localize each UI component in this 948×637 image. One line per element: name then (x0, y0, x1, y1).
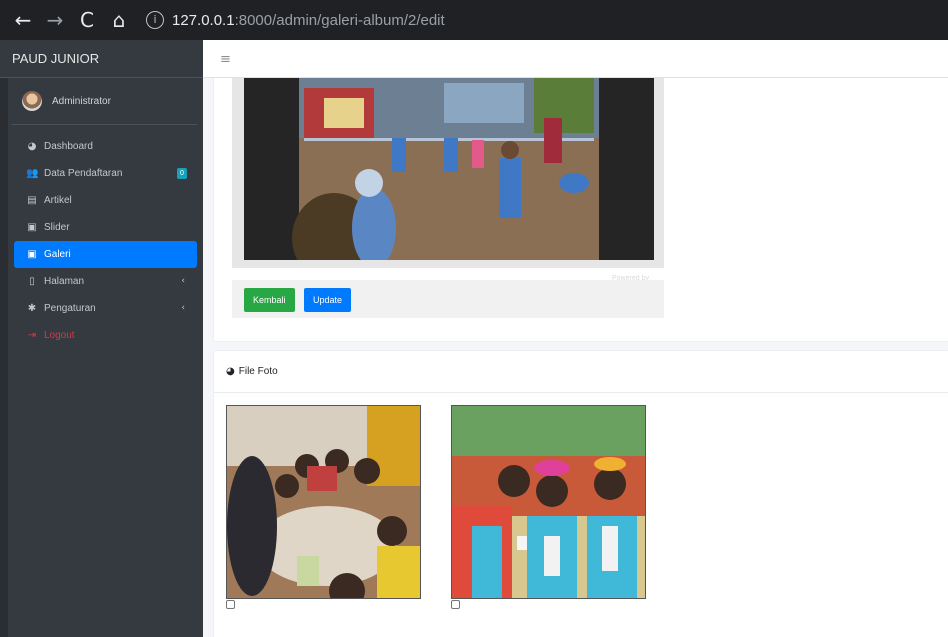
card-title: File Foto (238, 366, 278, 377)
album-cover-photo (244, 78, 654, 260)
brand-link[interactable]: PAUD JUNIOR (0, 40, 203, 78)
sidebar-item-label: Data Pendaftaran (44, 168, 123, 179)
editor-canvas[interactable] (244, 78, 654, 260)
sidebar: PAUD JUNIOR Administrator ◕ Dashboard 👥 … (0, 40, 203, 637)
file-icon: ▯ (29, 276, 35, 287)
update-button[interactable]: Update (304, 288, 352, 312)
images-icon: ▣ (27, 222, 37, 233)
address-bar[interactable]: i 127.0.0.1:8000/admin/galeri-album/2/ed… (146, 5, 948, 35)
browser-toolbar: ← → C ⌂ i 127.0.0.1:8000/admin/galeri-al… (0, 0, 948, 40)
top-navbar: ≡ (203, 40, 948, 78)
sidebar-item-logout[interactable]: ⇥ Logout (14, 322, 197, 349)
edit-album-card: Powered by FQINA Kembali Update (214, 78, 948, 341)
avatar (22, 91, 42, 111)
sidebar-item-artikel[interactable]: ▤ Artikel (14, 187, 197, 214)
photo-1 (227, 406, 420, 598)
photo-checkbox[interactable] (451, 600, 460, 609)
sidebar-item-slider[interactable]: ▣ Slider (14, 214, 197, 241)
hamburger-menu-icon[interactable]: ≡ (220, 52, 231, 67)
sidebar-item-halaman[interactable]: ▯ Halaman ‹ (14, 268, 197, 295)
sidebar-item-label: Halaman (44, 276, 85, 287)
sidebar-item-label: Pengaturan (44, 303, 96, 314)
sidebar-item-data-pendaftaran[interactable]: 👥 Data Pendaftaran 0 (14, 160, 197, 187)
file-photo-card: ◕ File Foto (214, 351, 948, 637)
chevron-left-icon: ‹ (181, 276, 185, 286)
sidebar-item-label: Logout (44, 330, 75, 341)
users-icon: 👥 (26, 168, 39, 179)
sidebar-item-label: Galeri (44, 249, 71, 260)
count-badge: 0 (177, 168, 187, 179)
photo-thumbnail[interactable] (226, 405, 421, 599)
sidebar-item-galeri[interactable]: ▣ Galeri (14, 241, 197, 268)
reload-icon[interactable]: C (74, 7, 100, 33)
photo-thumbnail[interactable] (451, 405, 646, 599)
sidebar-item-label: Dashboard (44, 141, 93, 152)
sidebar-menu: ◕ Dashboard 👥 Data Pendaftaran 0 ▤ Artik… (0, 125, 203, 349)
sidebar-item-label: Slider (44, 222, 70, 233)
user-panel: Administrator (12, 78, 197, 125)
home-icon[interactable]: ⌂ (106, 7, 132, 33)
card-header: ◕ File Foto (214, 351, 948, 393)
info-icon[interactable]: i (146, 11, 164, 29)
form-actions: Kembali Update (232, 280, 664, 318)
sidebar-item-dashboard[interactable]: ◕ Dashboard (14, 133, 197, 160)
url-host: 127.0.0.1 (172, 11, 235, 29)
sign-out-icon: ⇥ (27, 330, 37, 341)
user-name[interactable]: Administrator (52, 96, 111, 107)
back-button[interactable]: Kembali (244, 288, 295, 312)
images-icon: ▣ (27, 249, 37, 260)
pie-chart-icon: ◕ (226, 366, 235, 377)
back-arrow-icon[interactable]: ← (10, 7, 36, 33)
cog-icon: ✱ (27, 303, 37, 314)
photo-2 (452, 406, 645, 598)
photo-checkbox[interactable] (226, 600, 235, 609)
chevron-left-icon: ‹ (181, 303, 185, 313)
forward-arrow-icon[interactable]: → (42, 7, 68, 33)
newspaper-icon: ▤ (27, 195, 37, 206)
sidebar-item-label: Artikel (44, 195, 72, 206)
tachometer-icon: ◕ (27, 141, 37, 152)
url-path: :8000/admin/galeri-album/2/edit (234, 11, 445, 29)
main-content: Powered by FQINA Kembali Update ◕ File F… (203, 78, 948, 637)
sidebar-item-pengaturan[interactable]: ✱ Pengaturan ‹ (14, 295, 197, 322)
image-editor: Powered by FQINA (232, 78, 664, 289)
